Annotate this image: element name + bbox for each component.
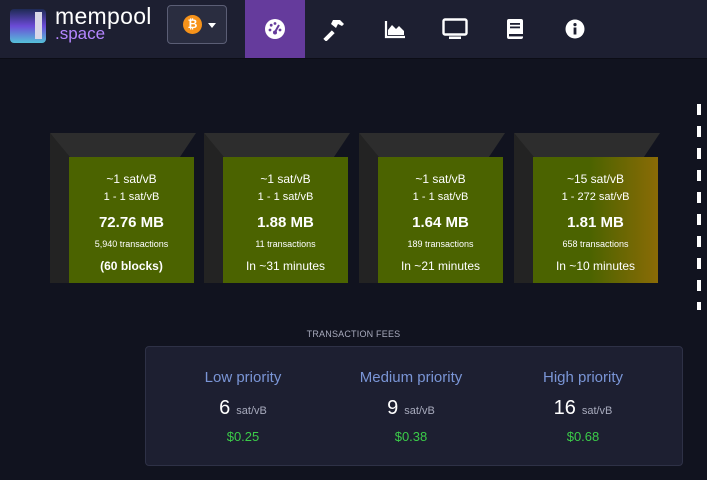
block-top-face (50, 133, 196, 157)
fee-rate-unit: sat/vB (404, 405, 435, 417)
block-size: 1.64 MB (412, 214, 469, 231)
block-side-face (359, 133, 379, 283)
block-fee-range: 1 - 1 sat/vB (257, 191, 314, 203)
fees-section-title: TRANSACTION FEES (306, 329, 401, 339)
mempool-logo-icon (10, 9, 46, 43)
nav-graphs[interactable] (365, 0, 425, 58)
block-top-face (204, 133, 350, 157)
fee-usd: $0.68 (566, 429, 600, 444)
fee-label: Low priority (204, 369, 282, 386)
logo-text-space: .space (55, 24, 106, 43)
network-selector[interactable]: ₿ (167, 5, 227, 44)
block-front-face: ~1 sat/vB 1 - 1 sat/vB 1.88 MB 11 transa… (223, 157, 348, 283)
fee-rate-value: 16 (553, 397, 576, 419)
area-chart-icon (384, 21, 405, 39)
top-navbar: mempool .space ₿ (0, 0, 707, 59)
nav-docs[interactable] (485, 0, 545, 58)
fee-label: High priority (542, 369, 624, 386)
nav-mining[interactable] (305, 0, 365, 58)
fee-rate: 9 sat/vB (336, 397, 486, 420)
fee-usd: $0.38 (394, 429, 428, 444)
block-tx-count: 189 transactions (407, 239, 474, 249)
block-eta: In ~21 minutes (400, 259, 481, 273)
nav-tv-view[interactable] (425, 0, 485, 58)
block-tx-count: 11 transactions (255, 239, 316, 249)
fee-rate-unit: sat/vB (581, 405, 613, 417)
block-tx-count: 658 transactions (562, 239, 629, 249)
block-side-face (204, 133, 224, 283)
fee-rate-value: 9 (387, 397, 399, 419)
fee-rate-unit: sat/vB (236, 405, 267, 417)
block-fee-range: 1 - 1 sat/vB (412, 191, 469, 203)
block-front-face: ~1 sat/vB 1 - 1 sat/vB 72.76 MB 5,940 tr… (69, 157, 194, 283)
mempool-block[interactable]: ~1 sat/vB 1 - 1 sat/vB 1.88 MB 11 transa… (204, 133, 350, 283)
fee-rate: 6 sat/vB (168, 397, 318, 420)
block-median-fee: ~1 sat/vB (415, 172, 466, 186)
block-top-face (359, 133, 505, 157)
mempool-block[interactable]: ~15 sat/vB 1 - 272 sat/vB 1.81 MB 658 tr… (514, 133, 660, 283)
monitor-icon (442, 18, 468, 39)
block-size: 72.76 MB (98, 214, 165, 231)
block-side-face (514, 133, 534, 283)
book-icon (507, 19, 523, 39)
block-median-fee: ~1 sat/vB (106, 172, 157, 186)
fee-usd: $0.25 (226, 429, 260, 444)
block-size: 1.81 MB (567, 214, 624, 231)
fee-label: Medium priority (359, 369, 463, 386)
caret-down-icon (208, 23, 216, 28)
fees-panel: Low priority 6 sat/vB $0.25 Medium priori… (145, 346, 683, 466)
block-median-fee: ~1 sat/vB (260, 172, 311, 186)
block-footer: (60 blocks) (100, 259, 163, 273)
block-eta: In ~10 minutes (555, 259, 636, 273)
block-top-face (514, 133, 660, 157)
block-median-fee: ~15 sat/vB (566, 172, 625, 186)
block-side-face (50, 133, 70, 283)
info-icon (565, 19, 585, 39)
nav-dashboard[interactable] (245, 0, 305, 58)
block-front-face: ~15 sat/vB 1 - 272 sat/vB 1.81 MB 658 tr… (533, 157, 658, 283)
hammer-icon (323, 20, 344, 41)
mempool-block[interactable]: ~1 sat/vB 1 - 1 sat/vB 1.64 MB 189 trans… (359, 133, 505, 283)
block-size: 1.88 MB (257, 214, 314, 231)
block-fee-range: 1 - 1 sat/vB (103, 191, 160, 203)
dashboard-gauge-icon (265, 19, 285, 39)
nav-about[interactable] (545, 0, 605, 58)
mempool-divider-line (697, 104, 701, 310)
fee-rate: 16 sat/vB (508, 397, 658, 420)
block-eta: In ~31 minutes (245, 259, 326, 273)
fee-rate-value: 6 (219, 397, 231, 419)
mempool-block[interactable]: ~1 sat/vB 1 - 1 sat/vB 72.76 MB 5,940 tr… (50, 133, 196, 283)
block-front-face: ~1 sat/vB 1 - 1 sat/vB 1.64 MB 189 trans… (378, 157, 503, 283)
block-fee-range: 1 - 272 sat/vB (561, 191, 630, 203)
block-tx-count: 5,940 transactions (94, 239, 169, 249)
bitcoin-icon: ₿ (183, 15, 202, 34)
